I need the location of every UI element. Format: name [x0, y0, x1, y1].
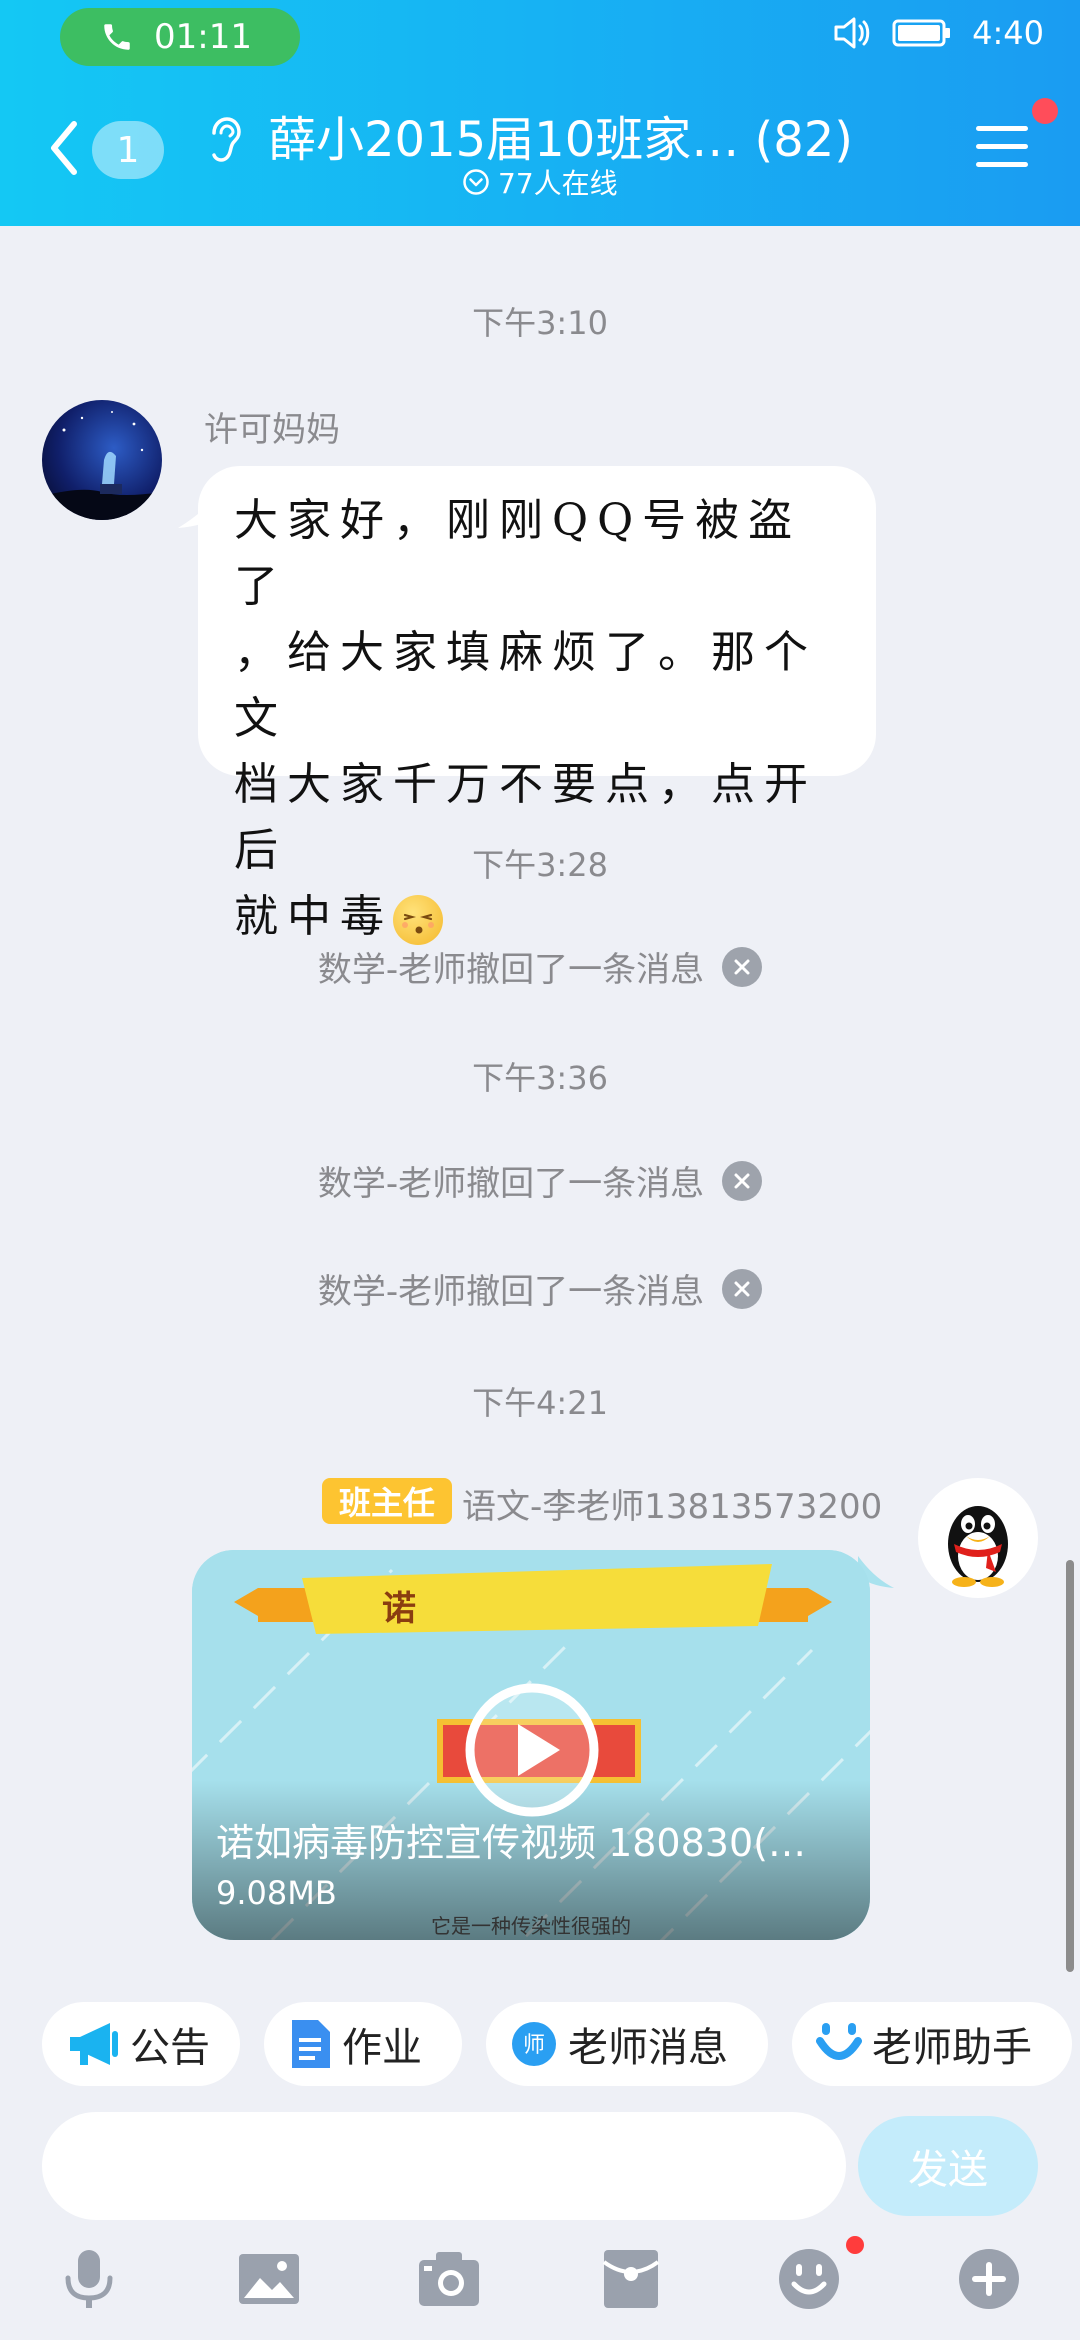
sender-name: 许可妈妈 — [204, 410, 340, 450]
ear-icon[interactable] — [206, 115, 244, 165]
recall-text: 数学-老师撤回了一条消息 — [317, 1164, 705, 1204]
homework-button[interactable]: 作业 — [264, 2002, 462, 2086]
teacher-badge-text: 师 — [523, 2033, 545, 2058]
recall-text: 数学-老师撤回了一条消息 — [317, 1272, 705, 1312]
recall-text: 数学-老师撤回了一条消息 — [317, 950, 705, 990]
video-banner-text: 诺 — [382, 1589, 416, 1629]
play-icon[interactable] — [462, 1680, 602, 1820]
timestamp: 下午3:28 — [472, 846, 608, 884]
sender-name: 语文-李老师13813573200 — [462, 1487, 883, 1527]
scrollbar[interactable] — [1066, 1560, 1074, 1972]
red-packet-icon[interactable] — [598, 2246, 664, 2312]
recall-notice: 数学-老师撤回了一条消息 — [0, 942, 1080, 991]
timestamp: 下午3:10 — [472, 304, 608, 342]
qq-penguin-icon — [948, 1506, 1008, 1587]
phone-icon — [104, 24, 130, 50]
plus-icon[interactable] — [956, 2246, 1022, 2312]
emoji-icon — [393, 894, 443, 945]
message-input[interactable] — [42, 2112, 846, 2220]
notice-button[interactable]: 公告 — [42, 2002, 240, 2086]
avatar-image — [42, 411, 162, 520]
role-badge: 班主任 — [322, 1478, 452, 1524]
close-icon[interactable] — [722, 1268, 763, 1309]
video-message[interactable]: 诺 诺如病毒防控宣传视频 180830(… 9.08MB 它是一种传染性很强的 — [192, 1550, 870, 1940]
menu-notification-dot — [1032, 98, 1058, 124]
image-icon[interactable] — [236, 2246, 302, 2312]
status-icons: 4:40 — [832, 14, 1044, 52]
emoji-notification-dot — [846, 2236, 864, 2254]
recall-notice: 数学-老师撤回了一条消息 — [0, 1264, 1080, 1313]
avatar[interactable] — [918, 1478, 1038, 1598]
chat-title[interactable]: 薛小2015届10班家… (82) — [268, 100, 853, 170]
back-arrow-icon[interactable] — [44, 118, 84, 178]
timestamp: 下午4:21 — [472, 1384, 608, 1422]
message-bubble[interactable]: 大家好，刚刚QQ号被盗了 ，给大家填麻烦了。那个文 档大家千万不要点，点开后 就… — [198, 466, 876, 945]
video-title: 诺如病毒防控宣传视频 180830(… — [216, 1821, 806, 1865]
send-button[interactable]: 发送 — [858, 2116, 1038, 2216]
close-icon[interactable] — [722, 946, 763, 987]
message-line: ，给大家填麻烦了。那个文 — [234, 627, 817, 744]
avatar[interactable] — [42, 400, 162, 520]
teacher-badge-icon: 师 — [512, 2022, 556, 2066]
call-duration: 01:11 — [154, 17, 252, 57]
chat-header: 01:11 4:40 1 薛小2015届10班家… (82) 77人在线 — [0, 0, 1080, 226]
menu-icon[interactable] — [976, 124, 1028, 170]
notice-label: 公告 — [130, 2025, 210, 2071]
document-icon — [292, 2020, 330, 2068]
assistant-face-icon — [816, 2023, 862, 2060]
ongoing-call-pill[interactable]: 01:11 — [60, 8, 300, 66]
online-status[interactable]: 77人在线 — [462, 162, 618, 202]
teacher-messages-button[interactable]: 师 老师消息 — [486, 2002, 768, 2086]
battery-icon — [892, 19, 951, 47]
camera-icon[interactable] — [416, 2246, 482, 2312]
volume-icon — [834, 17, 870, 49]
online-count: 77人在线 — [498, 167, 618, 200]
megaphone-icon — [70, 2023, 118, 2065]
teacher-helper-label: 老师助手 — [872, 2025, 1032, 2071]
clock: 4:40 — [972, 14, 1044, 52]
microphone-icon[interactable] — [56, 2246, 122, 2312]
emoji-icon[interactable] — [776, 2246, 842, 2312]
unread-count-badge[interactable]: 1 — [92, 121, 164, 179]
teacher-helper-button[interactable]: 老师助手 — [792, 2002, 1072, 2086]
video-subtitle: 它是一种传染性很强的 — [431, 1914, 631, 1938]
timestamp: 下午3:36 — [472, 1059, 608, 1097]
teacher-messages-label: 老师消息 — [568, 2025, 728, 2071]
close-icon[interactable] — [722, 1160, 763, 1201]
chevron-down-circle-icon — [463, 169, 489, 195]
message-line: 大家好，刚刚QQ号被盗了 — [234, 495, 802, 612]
homework-label: 作业 — [342, 2025, 422, 2071]
message-text: 就中毒 — [234, 891, 393, 942]
recall-notice: 数学-老师撤回了一条消息 — [0, 1156, 1080, 1205]
message-line-last: 就中毒 — [234, 884, 840, 950]
video-file-size: 9.08MB — [216, 1874, 337, 1912]
